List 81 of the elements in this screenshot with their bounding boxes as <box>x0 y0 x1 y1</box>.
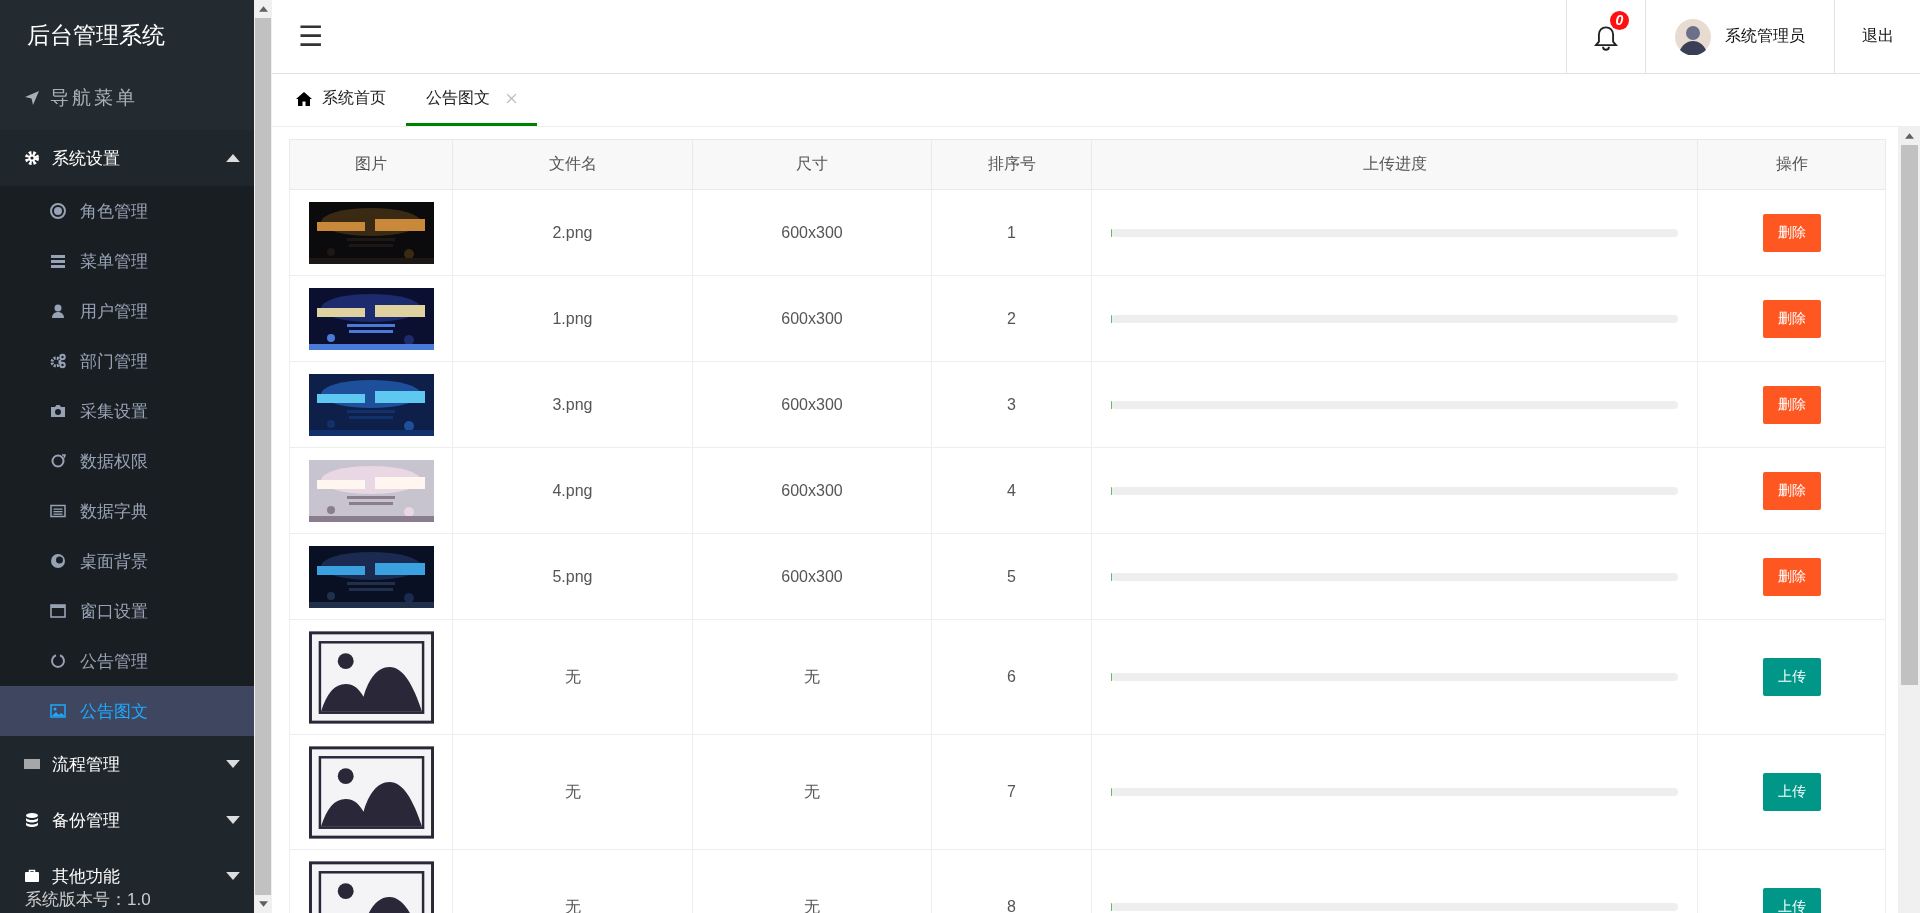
menu-item[interactable]: 桌面背景 <box>0 536 254 586</box>
menu-item[interactable]: 窗口设置 <box>0 586 254 636</box>
briefcase-icon <box>24 868 40 884</box>
column-header: 操作 <box>1697 139 1886 190</box>
menu-item[interactable]: 公告管理 <box>0 636 254 686</box>
ring-icon <box>50 453 66 469</box>
menu-group[interactable]: 流程管理 <box>52 754 120 774</box>
tab[interactable]: 系统首页 <box>296 74 402 126</box>
table-cell: 4 <box>931 447 1092 534</box>
scroll-up-icon[interactable] <box>1904 133 1914 139</box>
menu-toggle[interactable]: ☰ <box>272 0 324 73</box>
table-cell: 无 <box>692 619 932 735</box>
table-cell: 3.png <box>452 361 693 448</box>
column-header: 文件名 <box>452 139 693 190</box>
image-icon <box>50 703 66 719</box>
notification-badge: 0 <box>1610 10 1629 30</box>
table-cell: 2 <box>931 275 1092 362</box>
table-cell: 600x300 <box>692 533 932 620</box>
avatar[interactable] <box>1675 18 1711 55</box>
menu-item[interactable]: 数据字典 <box>0 486 254 536</box>
radio-icon <box>50 203 66 219</box>
table-cell: 5 <box>931 533 1092 620</box>
table-cell: 1.png <box>452 275 693 362</box>
menu-item[interactable]: 部门管理 <box>0 336 254 386</box>
database-icon <box>24 812 40 828</box>
table-cell: 无 <box>452 734 693 850</box>
list-card-icon <box>50 503 66 519</box>
table-cell: 600x300 <box>692 361 932 448</box>
user-name[interactable]: 系统管理员 <box>1725 26 1805 47</box>
upload-button[interactable]: 上传 <box>1762 773 1821 811</box>
user-icon <box>50 303 66 319</box>
column-header: 排序号 <box>931 139 1092 190</box>
app-title: 后台管理系统 <box>0 0 254 66</box>
navigation-arrow-icon <box>24 90 40 106</box>
globe-icon <box>50 553 66 569</box>
menu-group[interactable]: 系统设置 <box>52 148 120 168</box>
table-cell: 5.png <box>452 533 693 620</box>
image-placeholder-icon <box>308 745 434 839</box>
upload-button[interactable]: 上传 <box>1762 658 1821 696</box>
scroll-down-icon[interactable] <box>258 901 268 907</box>
table-cell: 600x300 <box>692 275 932 362</box>
menu-item[interactable]: 角色管理 <box>0 186 254 236</box>
scrollbar[interactable] <box>254 0 272 913</box>
menu-item[interactable]: 公告图文 <box>0 686 254 736</box>
table-cell: 7 <box>931 734 1092 850</box>
menu-group[interactable]: 备份管理 <box>52 810 120 830</box>
column-header: 上传进度 <box>1091 139 1698 190</box>
column-header: 图片 <box>289 139 453 190</box>
caret-icon[interactable] <box>226 154 240 162</box>
caret-icon[interactable] <box>226 816 240 824</box>
column-header: 尺寸 <box>692 139 932 190</box>
camera-icon <box>50 403 66 419</box>
table-cell: 无 <box>692 734 932 850</box>
nav-label: 导航菜单 <box>50 86 138 110</box>
table-cell: 600x300 <box>692 447 932 534</box>
menu-item[interactable]: 用户管理 <box>0 286 254 336</box>
bell-icon[interactable] <box>1594 24 1618 51</box>
scrollbar[interactable] <box>1898 127 1920 913</box>
menu-item[interactable]: 菜单管理 <box>0 236 254 286</box>
home-icon <box>296 91 312 106</box>
menu-item[interactable]: 数据权限 <box>0 436 254 486</box>
menu-item[interactable]: 采集设置 <box>0 386 254 436</box>
caret-icon[interactable] <box>226 760 240 768</box>
server-icon <box>50 253 66 269</box>
table-cell: 4.png <box>452 447 693 534</box>
caret-icon[interactable] <box>226 872 240 880</box>
table-cell: 3 <box>931 361 1092 448</box>
settings-icon <box>24 150 40 166</box>
scroll-up-icon[interactable] <box>258 6 268 12</box>
tab[interactable]: 公告图文 <box>406 74 537 126</box>
menu-group[interactable]: 其他功能 <box>52 866 120 886</box>
upload-button[interactable]: 上传 <box>1762 888 1821 913</box>
image-placeholder-icon <box>308 630 434 724</box>
window-icon <box>50 603 66 619</box>
table-cell: 600x300 <box>692 189 932 276</box>
table-cell: 6 <box>931 619 1092 735</box>
table-cell: 2.png <box>452 189 693 276</box>
gears-icon <box>50 353 66 369</box>
version-text: 系统版本号：1.0 <box>25 889 151 911</box>
table-cell: 1 <box>931 189 1092 276</box>
table-cell: 无 <box>452 619 693 735</box>
